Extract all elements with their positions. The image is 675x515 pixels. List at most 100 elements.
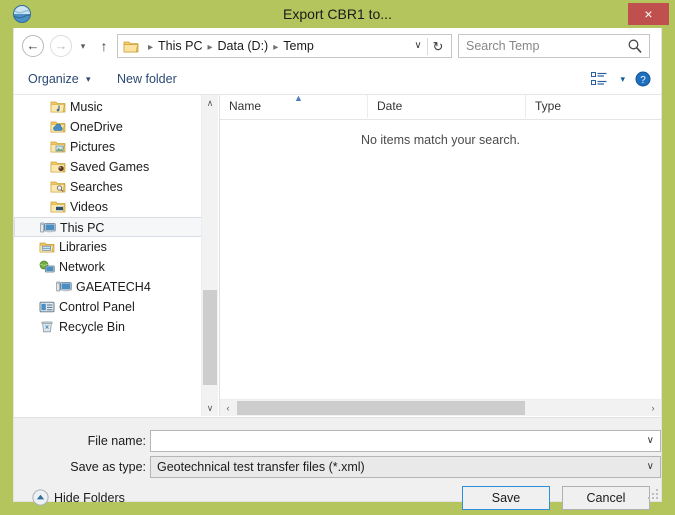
collapse-up-icon bbox=[32, 489, 49, 506]
breadcrumb-item-temp[interactable]: Temp bbox=[282, 39, 315, 53]
folder-search-icon bbox=[50, 179, 66, 195]
file-list-pane[interactable]: Name ▲ Date Type No items match your sea… bbox=[219, 95, 661, 416]
back-button[interactable]: ← bbox=[22, 35, 44, 57]
forward-button[interactable]: → bbox=[50, 35, 72, 57]
empty-list-message: No items match your search. bbox=[220, 133, 661, 147]
search-box[interactable]: Search Temp bbox=[458, 34, 650, 58]
title-bar[interactable]: Export CBR1 to... × bbox=[0, 0, 675, 28]
tree-item-network[interactable]: Network bbox=[14, 257, 202, 277]
chevron-down-icon[interactable]: ▾ bbox=[86, 64, 91, 94]
breadcrumb-separator-2: ▸ bbox=[269, 42, 282, 53]
tree-item-label: Music bbox=[70, 97, 103, 117]
save-as-type-value: Geotechnical test transfer files (*.xml) bbox=[157, 457, 365, 477]
up-button[interactable]: ↑ bbox=[96, 37, 112, 55]
column-header-type[interactable]: Type bbox=[526, 95, 661, 118]
sort-ascending-icon: ▲ bbox=[294, 87, 303, 110]
address-bar[interactable]: ▸This PC▸Data (D:)▸Temp ∨ ↻ bbox=[117, 34, 452, 58]
navigation-pane: Music OneDrive bbox=[14, 95, 218, 416]
breadcrumb-item-data-d[interactable]: Data (D:) bbox=[217, 39, 270, 53]
svg-text:?: ? bbox=[640, 75, 646, 86]
this-pc-icon bbox=[40, 220, 56, 236]
column-header-label: Name bbox=[229, 99, 261, 113]
folder-music-icon bbox=[50, 99, 66, 115]
tree-item-label: Pictures bbox=[70, 137, 115, 157]
window-title: Export CBR1 to... bbox=[0, 0, 675, 28]
folder-videos-icon bbox=[50, 199, 66, 215]
tree-item-label: This PC bbox=[60, 218, 104, 238]
save-as-type-select[interactable]: Geotechnical test transfer files (*.xml)… bbox=[150, 456, 661, 478]
content-panes: Music OneDrive bbox=[14, 95, 661, 416]
chevron-down-icon[interactable]: ∨ bbox=[647, 457, 654, 477]
tree-item-label: GAEATECH4 bbox=[76, 277, 151, 297]
tree-item-videos[interactable]: Videos bbox=[14, 197, 202, 217]
libraries-icon bbox=[39, 239, 55, 255]
dialog-footer: File name: ∨ Save as type: Geotechnical … bbox=[14, 417, 661, 501]
close-button[interactable]: × bbox=[628, 3, 669, 25]
tree-item-this-pc[interactable]: This PC bbox=[14, 217, 202, 237]
scroll-up-button[interactable]: ∧ bbox=[202, 95, 218, 111]
refresh-icon[interactable]: ↻ bbox=[427, 38, 448, 55]
folder-onedrive-icon bbox=[50, 119, 66, 135]
search-icon[interactable] bbox=[627, 38, 643, 54]
file-list-horizontal-scrollbar[interactable]: ‹ › bbox=[220, 399, 661, 416]
computer-icon bbox=[56, 279, 72, 295]
folder-saved-icon bbox=[50, 159, 66, 175]
search-input[interactable]: Search Temp bbox=[466, 35, 539, 57]
tree-item-libraries[interactable]: Libraries bbox=[14, 237, 202, 257]
list-view-icon[interactable] bbox=[591, 72, 607, 86]
network-icon bbox=[39, 259, 55, 275]
toolbar: Organize ▾ New folder ▾ ? bbox=[14, 64, 661, 95]
scroll-left-button[interactable]: ‹ bbox=[220, 400, 236, 416]
breadcrumb-separator-0: ▸ bbox=[144, 42, 157, 53]
scroll-right-button[interactable]: › bbox=[645, 400, 661, 416]
tree-item-recycle-bin[interactable]: Recycle Bin bbox=[14, 317, 202, 337]
tree-item-label: Libraries bbox=[59, 237, 107, 257]
tree-item-control-panel[interactable]: Control Panel bbox=[14, 297, 202, 317]
tree-item-music[interactable]: Music bbox=[14, 97, 202, 117]
file-name-label: File name: bbox=[74, 431, 146, 451]
tree-item-label: Searches bbox=[70, 177, 123, 197]
save-button[interactable]: Save bbox=[462, 486, 550, 510]
tree-item-label: Videos bbox=[70, 197, 108, 217]
view-options-chevron-down-icon[interactable]: ▾ bbox=[620, 64, 625, 94]
navigation-bar: ← → ▾ ↑ ▸This PC▸Data (D:)▸Temp ∨ ↻ Sear… bbox=[14, 28, 661, 64]
cancel-button[interactable]: Cancel bbox=[562, 486, 650, 510]
dialog-client-area: ← → ▾ ↑ ▸This PC▸Data (D:)▸Temp ∨ ↻ Sear… bbox=[13, 28, 662, 502]
export-file-dialog-window: Export CBR1 to... × ← → ▾ ↑ ▸This PC▸Dat… bbox=[0, 0, 675, 515]
organize-button[interactable]: Organize bbox=[28, 64, 79, 94]
new-folder-button[interactable]: New folder bbox=[117, 64, 177, 94]
column-header-row: Name ▲ Date Type bbox=[220, 95, 661, 120]
folder-tree: Music OneDrive bbox=[14, 97, 202, 337]
scrollbar-thumb[interactable] bbox=[203, 290, 217, 385]
resize-grip[interactable] bbox=[648, 489, 658, 499]
tree-item-saved-games[interactable]: Saved Games bbox=[14, 157, 202, 177]
hide-folders-label: Hide Folders bbox=[54, 488, 125, 508]
file-name-input[interactable]: ∨ bbox=[150, 430, 661, 452]
recent-locations-button[interactable]: ▾ bbox=[77, 41, 89, 51]
control-panel-icon bbox=[39, 299, 55, 315]
tree-item-label: Recycle Bin bbox=[59, 317, 125, 337]
tree-item-label: Network bbox=[59, 257, 105, 277]
breadcrumb: ▸This PC▸Data (D:)▸Temp bbox=[144, 35, 315, 57]
navigation-pane-scrollbar[interactable]: ∧ ∨ bbox=[201, 95, 218, 416]
address-dropdown-icon[interactable]: ∨ bbox=[411, 39, 425, 53]
column-header-name[interactable]: Name ▲ bbox=[220, 95, 368, 118]
tree-item-pictures[interactable]: Pictures bbox=[14, 137, 202, 157]
tree-item-gaeatech4[interactable]: GAEATECH4 bbox=[14, 277, 202, 297]
breadcrumb-item-this-pc[interactable]: This PC bbox=[157, 39, 203, 53]
tree-item-searches[interactable]: Searches bbox=[14, 177, 202, 197]
tree-item-label: Saved Games bbox=[70, 157, 149, 177]
column-header-date[interactable]: Date bbox=[368, 95, 526, 118]
tree-item-label: Control Panel bbox=[59, 297, 135, 317]
scrollbar-thumb[interactable] bbox=[237, 401, 525, 415]
scroll-down-button[interactable]: ∨ bbox=[202, 400, 218, 416]
folder-pictures-icon bbox=[50, 139, 66, 155]
recycle-bin-icon bbox=[39, 319, 55, 335]
save-as-type-label: Save as type: bbox=[52, 457, 146, 477]
help-icon[interactable]: ? bbox=[635, 71, 651, 87]
folder-icon bbox=[123, 39, 139, 54]
tree-item-onedrive[interactable]: OneDrive bbox=[14, 117, 202, 137]
tree-item-label: OneDrive bbox=[70, 117, 123, 137]
breadcrumb-separator-1: ▸ bbox=[203, 42, 216, 53]
chevron-down-icon[interactable]: ∨ bbox=[647, 431, 654, 451]
